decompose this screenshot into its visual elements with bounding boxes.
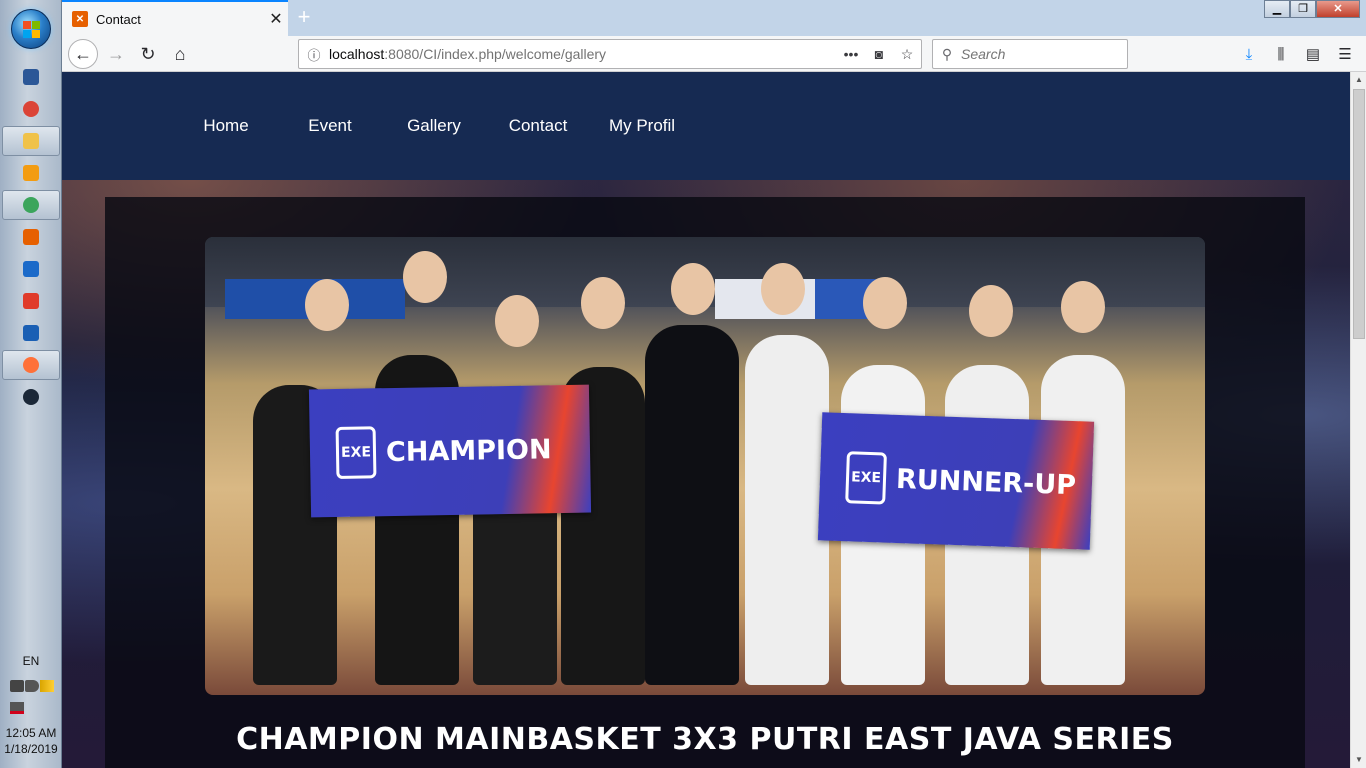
gallery-hero-background: EXE CHAMPION EXE RUNNER-UP CHAMPION MAIN… [62, 180, 1350, 768]
signal-icon[interactable] [40, 680, 54, 692]
virtualbox-icon [23, 261, 39, 277]
photo-head [1061, 281, 1105, 333]
page-actions-icon[interactable]: ••• [837, 46, 865, 62]
volume-icon[interactable] [25, 680, 39, 692]
page-viewport: Home Event Gallery Contact My Profil EXE… [62, 72, 1366, 768]
taskbar-item[interactable] [2, 254, 60, 284]
navigation-toolbar: ← → ↻ ⌂ ⓘ localhost:8080/CI/index.php/we… [62, 36, 1366, 72]
taskbar-item[interactable] [2, 318, 60, 348]
firefox-window: ✕ Contact ✕ + ▁ ❐ ✕ ← → ↻ ⌂ ⓘ localhost:… [62, 0, 1366, 768]
photo-head [863, 277, 907, 329]
title-bar: ✕ Contact ✕ + ▁ ❐ ✕ [62, 0, 1366, 36]
pocket-icon[interactable]: ◙ [865, 46, 893, 62]
photo-head [305, 279, 349, 331]
site-nav: Home Event Gallery Contact My Profil [174, 116, 694, 136]
close-tab-icon[interactable]: ✕ [264, 9, 288, 29]
nav-my-profil-link[interactable]: My Profil [590, 116, 694, 136]
bookmark-star-icon[interactable]: ☆ [893, 46, 921, 63]
new-tab-button[interactable]: + [290, 4, 318, 32]
photo-head [403, 251, 447, 303]
library-icon[interactable]: ⫼ [1268, 42, 1294, 66]
clock-time[interactable]: 12:05 AM [0, 726, 62, 740]
reload-button[interactable]: ↻ [134, 42, 162, 66]
page-scrollbar[interactable]: ▲ ▼ [1350, 72, 1366, 768]
photo-head [495, 295, 539, 347]
gallery-caption: CHAMPION MAINBASKET 3X3 PUTRI EAST JAVA … [236, 722, 1174, 757]
toolbar-buttons: ⤓ ⫼ ▤ ☰ [1236, 42, 1358, 66]
nav-event-link[interactable]: Event [278, 116, 382, 136]
media-player-icon [23, 165, 39, 181]
home-button[interactable]: ⌂ [166, 42, 194, 66]
clock-date[interactable]: 1/18/2019 [0, 742, 62, 756]
champion-banner: EXE CHAMPION [308, 384, 592, 518]
maximize-button[interactable]: ❐ [1290, 0, 1316, 18]
taskbar-item[interactable] [2, 382, 60, 412]
exe-logo: EXE [335, 426, 377, 479]
scrollbar-thumb[interactable] [1353, 89, 1365, 339]
photo-player [745, 335, 829, 685]
windows-logo-icon [23, 21, 41, 39]
nav-home-link[interactable]: Home [174, 116, 278, 136]
taskbar-item[interactable] [2, 62, 60, 92]
xampp-favicon-icon: ✕ [72, 11, 88, 27]
tab-title: Contact [96, 11, 141, 27]
photo-head [671, 263, 715, 315]
photo-head [761, 263, 805, 315]
chrome-icon [23, 101, 39, 117]
url-bar[interactable]: ⓘ localhost:8080/CI/index.php/welcome/ga… [298, 39, 922, 69]
xampp-icon [23, 229, 39, 245]
browser-tab[interactable]: ✕ Contact ✕ [62, 0, 288, 36]
search-box[interactable]: ⚲ [932, 39, 1128, 69]
menu-icon[interactable]: ☰ [1332, 42, 1358, 66]
download-icon[interactable]: ⤓ [1236, 42, 1262, 66]
file-explorer-icon [23, 133, 39, 149]
site-header: Home Event Gallery Contact My Profil [62, 72, 1350, 180]
gallery-panel: EXE CHAMPION EXE RUNNER-UP CHAMPION MAIN… [105, 197, 1305, 768]
word-icon [23, 69, 39, 85]
start-button[interactable] [11, 9, 51, 49]
photo-player [645, 325, 739, 685]
taskbar-item[interactable] [2, 94, 60, 124]
system-tray: EN 12:05 AM 1/18/2019 [0, 638, 62, 768]
photo-head [969, 285, 1013, 337]
steam-icon [23, 389, 39, 405]
windows-taskbar: EN 12:05 AM 1/18/2019 [0, 0, 62, 768]
site-info-icon[interactable]: ⓘ [299, 45, 329, 64]
taskbar-item[interactable] [2, 126, 60, 156]
search-icon: ⚲ [941, 45, 953, 62]
taskbar-item[interactable] [2, 190, 60, 220]
close-window-button[interactable]: ✕ [1316, 0, 1360, 18]
nav-gallery-link[interactable]: Gallery [382, 116, 486, 136]
photo-head [581, 277, 625, 329]
taskbar-item[interactable] [2, 222, 60, 252]
taskbar-item[interactable] [2, 286, 60, 316]
forward-button[interactable]: → [102, 42, 130, 66]
network-disconnected-icon[interactable] [10, 702, 24, 714]
git-icon [23, 293, 39, 309]
search-input[interactable] [961, 46, 1121, 62]
exe-logo: EXE [845, 451, 887, 505]
gallery-photo[interactable]: EXE CHAMPION EXE RUNNER-UP [205, 237, 1205, 695]
scroll-up-icon[interactable]: ▲ [1351, 72, 1366, 88]
champion-banner-text: CHAMPION [385, 433, 552, 468]
runner-up-banner: EXE RUNNER-UP [817, 412, 1095, 550]
action-center-icon[interactable] [10, 680, 24, 692]
taskbar-item[interactable] [2, 350, 60, 380]
url-text[interactable]: localhost:8080/CI/index.php/welcome/gall… [329, 46, 837, 62]
atom-icon [23, 197, 39, 213]
taskbar-item[interactable] [2, 158, 60, 188]
scroll-down-icon[interactable]: ▼ [1351, 752, 1366, 768]
nav-contact-link[interactable]: Contact [486, 116, 590, 136]
firefox-icon [23, 357, 39, 373]
filezilla-icon [23, 325, 39, 341]
window-controls: ▁ ❐ ✕ [1264, 0, 1360, 18]
language-indicator[interactable]: EN [0, 654, 62, 668]
runner-up-banner-text: RUNNER-UP [895, 463, 1077, 501]
sidebar-icon[interactable]: ▤ [1300, 42, 1326, 66]
minimize-button[interactable]: ▁ [1264, 0, 1290, 18]
back-button[interactable]: ← [68, 39, 98, 69]
